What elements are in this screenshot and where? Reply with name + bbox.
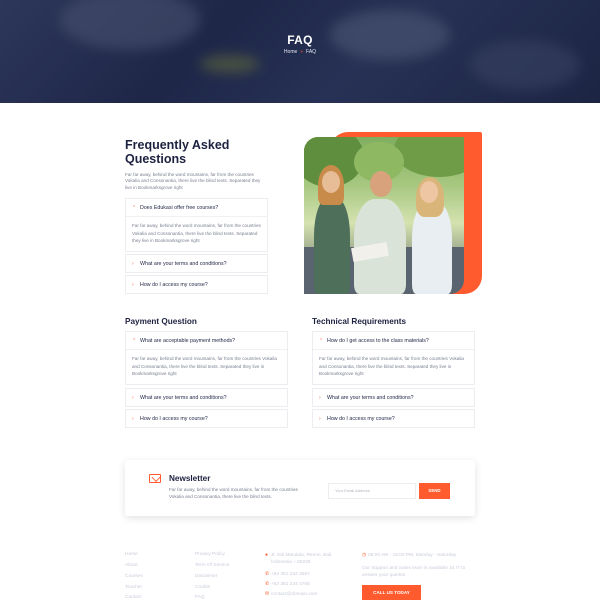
faq-answer-1: Far far away, behind the word mountains,… [126,216,267,251]
technical-question-1[interactable]: ⌃ How do I get access to the class materi… [313,332,474,349]
faq-question-2[interactable]: › What are your terms and conditions? [126,255,267,272]
faq-accordion: › What are your terms and conditions? [125,254,268,273]
newsletter-title: Newsletter [169,474,211,483]
chevron-right-icon: › [132,394,134,401]
photo-person-face [322,171,340,193]
chevron-right-icon: › [132,281,134,288]
payment-question-3[interactable]: › How do I access my course? [126,410,287,427]
footer-link-about[interactable]: About [125,563,138,568]
footer-hours-note: Our Support and Sales team is available … [362,566,466,571]
footer-phone-2[interactable]: ✆ +62 361 234 4765 [265,581,310,587]
footer-other-pages-title: Other Pages [125,538,160,544]
question-text: What are your terms and conditions? [140,260,227,267]
newsletter-email-input[interactable]: Your Email Address [328,483,416,499]
payment-accordion: ⌃ What are acceptable payment methods? Fa… [125,331,288,385]
footer-contact-title: Contact Info [265,538,299,544]
faq-accordion: › How do I access my course? [125,275,268,294]
email-text: contact@domain.com [271,592,318,597]
faq-heading-line: Frequently Asked [125,138,230,152]
chevron-right-icon: › [132,415,134,422]
footer-phone-1[interactable]: ✆ +62 361 234 4567 [265,571,310,577]
newsletter-description: Far far away, behind the word mountains,… [169,487,298,499]
phone-text: +62 361 234 4765 [271,582,310,587]
page-hero: FAQ Home» FAQ [0,0,600,103]
payment-heading: Payment Question [125,317,197,326]
footer-address: ● Jl. Niti Mandala, Renon, Bali, [265,552,333,558]
footer-link-contact[interactable]: Contact [125,595,142,600]
question-text: What are your terms and conditions? [327,394,414,401]
payment-question-1[interactable]: ⌃ What are acceptable payment methods? [126,332,287,349]
faq-accordion: ⌃ Does Edukasi offer free courses? Far fa… [125,198,268,252]
footer-hours-note-line2: answer your queries [362,573,406,578]
footer-link-faq[interactable]: FAQ [195,595,205,600]
footer-link-disclaimer[interactable]: Disclaimer [195,574,217,579]
photo-foliage [394,137,464,177]
address-line: Jl. Niti Mandala, Renon, Bali, [271,553,333,558]
faq-question-1[interactable]: ⌃ Does Edukasi offer free courses? [126,199,267,216]
technical-accordion: ⌃ How do I get access to the class materi… [312,331,475,385]
question-text: What are your terms and conditions? [140,394,227,401]
chevron-right-icon: › [132,260,134,267]
question-text: Does Edukasi offer free courses? [140,204,219,211]
faq-heading-line: Questions [125,152,187,166]
technical-question-3[interactable]: › How do I access my course? [313,410,474,427]
photo-person-face [420,181,438,203]
faq-question-3[interactable]: › How do I access my course? [126,276,267,293]
breadcrumb-current: FAQ [306,49,317,55]
technical-question-2[interactable]: › What are your terms and conditions? [313,389,474,406]
faq-heading: Frequently Asked Questions [125,138,275,166]
students-photo [304,137,464,294]
breadcrumb-separator: » [300,49,304,55]
payment-question-2[interactable]: › What are your terms and conditions? [126,389,287,406]
chevron-right-icon: › [319,394,321,401]
page-title: FAQ [287,33,313,47]
photo-person-head [370,171,392,197]
newsletter-card: Newsletter Far far away, behind the word… [125,460,475,516]
technical-heading: Technical Requirements [312,317,407,326]
footer-hours-time: ◷ 08:00 AM - 15:00 PM, Monday - Saturday [362,552,456,558]
technical-accordion: › What are your terms and conditions? [312,388,475,407]
footer-link-privacy[interactable]: Privacy Policy [195,552,225,557]
footer-email[interactable]: ✉ contact@domain.com [265,591,317,597]
faq-description: Far far away, behind the word mountains,… [125,172,261,190]
question-text: How do I access my course? [140,281,208,288]
phone-text: +62 361 234 4567 [271,572,310,577]
footer-link-courses[interactable]: Courses [125,574,143,579]
footer-link-teacher[interactable]: Teacher [125,585,142,590]
payment-accordion: › How do I access my course? [125,409,288,428]
photo-person [314,197,350,294]
question-text: What are acceptable payment methods? [140,337,236,344]
chevron-right-icon: › [319,415,321,422]
payment-accordion: › What are your terms and conditions? [125,388,288,407]
chevron-up-icon: ⌃ [132,204,137,211]
footer-link-terms[interactable]: Term Of Service [195,563,229,568]
chevron-up-icon: ⌃ [319,337,324,344]
footer-hours-title: Opening Hours [362,538,404,544]
technical-accordion: › How do I access my course? [312,409,475,428]
payment-answer-1: Far far away, behind the word mountains,… [126,349,287,384]
hours-text: 08:00 AM - 15:00 PM, Monday - Saturday [368,553,457,558]
mail-icon [149,474,161,483]
footer-link-credits[interactable]: Credits [195,585,210,590]
footer-link-home[interactable]: Home [125,552,138,557]
footer-address-line2: Indonesia – 80225 [271,560,311,565]
call-us-today-button[interactable]: CALL US TODAY [362,585,421,600]
footer-quick-links-title: Quick Links [195,538,228,544]
breadcrumb: Home» FAQ [0,49,600,55]
question-text: How do I get access to the class materia… [327,337,429,344]
chevron-up-icon: ⌃ [132,337,137,344]
technical-answer-1: Far far away, behind the word mountains,… [313,349,474,384]
question-text: How do I access my course? [327,415,395,422]
newsletter-send-button[interactable]: SEND [419,483,450,499]
question-text: How do I access my course? [140,415,208,422]
breadcrumb-home-link[interactable]: Home [284,49,297,55]
